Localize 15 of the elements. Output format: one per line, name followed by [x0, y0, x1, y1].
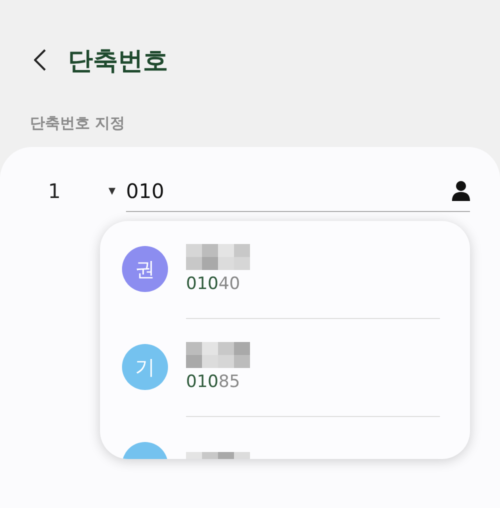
contact-icon[interactable]: [452, 180, 470, 200]
pixelated-name-drawing: [186, 342, 250, 368]
dropdown-caret[interactable]: ▾: [98, 183, 126, 199]
suggestion-item[interactable]: 기 01085: [122, 319, 440, 416]
phone-number: 01040: [186, 274, 242, 294]
phone-input-field[interactable]: 010: [126, 178, 452, 202]
back-icon: [34, 49, 46, 71]
section-label: 단축번호 지정: [30, 114, 126, 133]
phone-number: 01085: [186, 372, 242, 392]
contact-avatar: 권: [122, 246, 168, 292]
suggestion-item[interactable]: 권 01040: [122, 221, 440, 318]
slot-number[interactable]: 1: [48, 179, 78, 203]
contact-avatar: 기: [122, 344, 168, 390]
pixelated-name-drawing: [186, 244, 250, 270]
page-title: 단축번호: [68, 44, 168, 76]
